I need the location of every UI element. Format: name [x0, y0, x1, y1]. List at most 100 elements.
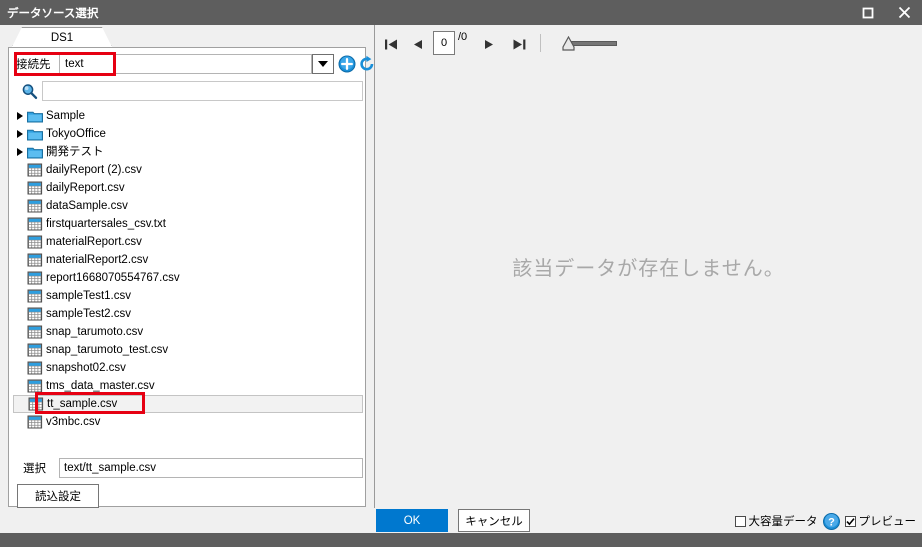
svg-text:?: ?	[828, 516, 835, 528]
csv-file-icon	[27, 163, 43, 177]
csv-file-icon	[27, 307, 43, 321]
search-row	[13, 80, 363, 104]
file-list-row-label: dailyReport.csv	[46, 182, 125, 194]
file-list-row-label: snapshot02.csv	[46, 362, 126, 374]
csv-file-icon	[27, 289, 43, 303]
csv-file-icon	[27, 181, 43, 195]
csv-file-icon	[28, 397, 44, 411]
ok-button[interactable]: OK	[376, 509, 448, 532]
file-list-row-label: TokyoOffice	[46, 128, 106, 140]
csv-file-icon	[27, 379, 43, 393]
selection-label: 選択	[23, 463, 46, 475]
csv-file-icon	[27, 289, 43, 303]
add-circle-icon	[338, 55, 356, 73]
csv-file-icon	[27, 199, 43, 213]
file-list-row-label: tt_sample.csv	[47, 398, 118, 410]
file-list-row[interactable]: v3mbc.csv	[13, 413, 363, 431]
preview-label: プレビュー	[858, 516, 917, 528]
folder-icon	[27, 129, 43, 140]
connection-dropdown-button[interactable]	[312, 54, 334, 74]
large-data-label: 大容量データ	[748, 516, 818, 528]
csv-file-icon	[27, 217, 43, 231]
file-list-row[interactable]: tms_data_master.csv	[13, 377, 363, 395]
file-list-row-label: materialReport.csv	[46, 236, 142, 248]
csv-file-icon	[28, 397, 44, 411]
expand-arrow-icon[interactable]	[13, 130, 27, 138]
file-list-row-label: Sample	[46, 110, 85, 122]
large-data-checkbox[interactable]	[734, 515, 746, 527]
csv-file-icon	[27, 379, 43, 393]
file-list-row[interactable]: sampleTest2.csv	[13, 305, 363, 323]
add-datasource-button[interactable]	[338, 55, 356, 73]
expand-arrow-icon[interactable]	[13, 112, 27, 120]
file-list-row-label: sampleTest1.csv	[46, 290, 132, 302]
file-list-row[interactable]: Sample	[13, 107, 363, 125]
file-list-row-label: snap_tarumoto.csv	[46, 326, 144, 338]
title-bar: データソース選択	[0, 0, 922, 25]
window-content: DS1 接続先 text Sample TokyoOffice 開発テスト da…	[0, 25, 922, 533]
tab-ds1[interactable]: DS1	[12, 27, 112, 47]
search-input-wrapper[interactable]	[42, 81, 363, 101]
connection-value: text	[65, 58, 84, 70]
checkmark-icon	[845, 517, 855, 525]
file-list-row-label: v3mbc.csv	[46, 416, 101, 428]
file-list-row-label: 開発テスト	[46, 146, 104, 158]
file-list-row[interactable]: snap_tarumoto.csv	[13, 323, 363, 341]
file-list-row-label: snap_tarumoto_test.csv	[46, 344, 169, 356]
file-list-row[interactable]: sampleTest1.csv	[13, 287, 363, 305]
file-list-row[interactable]: report1668070554767.csv	[13, 269, 363, 287]
file-list-row-label: sampleTest2.csv	[46, 308, 132, 320]
close-button[interactable]	[886, 0, 922, 25]
selection-row: 選択 text/tt_sample.csv	[13, 456, 363, 480]
search-input[interactable]	[43, 83, 362, 101]
help-icon: ?	[822, 512, 840, 530]
csv-file-icon	[27, 271, 43, 285]
file-list-row[interactable]: snap_tarumoto_test.csv	[13, 341, 363, 359]
file-list-row-label: report1668070554767.csv	[46, 272, 180, 284]
file-list-row[interactable]: firstquartersales_csv.txt	[13, 215, 363, 233]
selection-path-field[interactable]: text/tt_sample.csv	[59, 458, 363, 478]
csv-file-icon	[27, 271, 43, 285]
cancel-button[interactable]: キャンセル	[458, 509, 530, 532]
expand-arrow-icon[interactable]	[13, 148, 27, 156]
maximize-button[interactable]	[850, 0, 886, 25]
window-bottom-bar	[0, 533, 922, 547]
csv-file-icon	[27, 415, 43, 429]
csv-file-icon	[27, 235, 43, 249]
connection-row: 接続先 text	[13, 53, 374, 75]
folder-icon	[27, 145, 43, 159]
file-list-row-label: dailyReport (2).csv	[46, 164, 142, 176]
file-list-row[interactable]: dailyReport.csv	[13, 179, 363, 197]
tab-ds1-label: DS1	[50, 31, 74, 44]
file-list-row[interactable]: 開発テスト	[13, 143, 363, 161]
csv-file-icon	[27, 343, 43, 357]
file-list-row-label: dataSample.csv	[46, 200, 128, 212]
csv-file-icon	[27, 217, 43, 231]
folder-icon	[27, 127, 43, 141]
tab-strip: DS1	[0, 25, 374, 47]
file-list-row[interactable]: dataSample.csv	[13, 197, 363, 215]
file-list-row[interactable]: dailyReport (2).csv	[13, 161, 363, 179]
file-list-row[interactable]: materialReport2.csv	[13, 251, 363, 269]
large-data-option[interactable]: 大容量データ	[734, 513, 818, 529]
folder-icon	[27, 147, 43, 158]
load-settings-button[interactable]: 読込設定	[17, 484, 99, 508]
folder-icon	[27, 111, 43, 122]
preview-checkbox[interactable]	[844, 515, 856, 527]
csv-file-icon	[27, 253, 43, 267]
help-button[interactable]: ?	[822, 512, 840, 530]
datasource-selection-window: データソース選択 DS1 接続先 text Sample TokyoOffice…	[0, 0, 922, 547]
file-list-row[interactable]: snapshot02.csv	[13, 359, 363, 377]
csv-file-icon	[27, 415, 43, 429]
file-list-row[interactable]: materialReport.csv	[13, 233, 363, 251]
file-list-row-label: tms_data_master.csv	[46, 380, 155, 392]
folder-icon	[27, 109, 43, 123]
dialog-footer: OK キャンセル 大容量データ ? プレビュー	[0, 508, 922, 533]
file-list-row-label: firstquartersales_csv.txt	[46, 218, 166, 230]
file-list-row[interactable]: TokyoOffice	[13, 125, 363, 143]
file-list-row-selected[interactable]: tt_sample.csv	[13, 395, 363, 413]
csv-file-icon	[27, 199, 43, 213]
file-list[interactable]: Sample TokyoOffice 開発テスト dailyReport (2).cs…	[13, 107, 363, 447]
file-list-row-label: materialReport2.csv	[46, 254, 149, 266]
preview-option[interactable]: プレビュー	[844, 513, 917, 529]
